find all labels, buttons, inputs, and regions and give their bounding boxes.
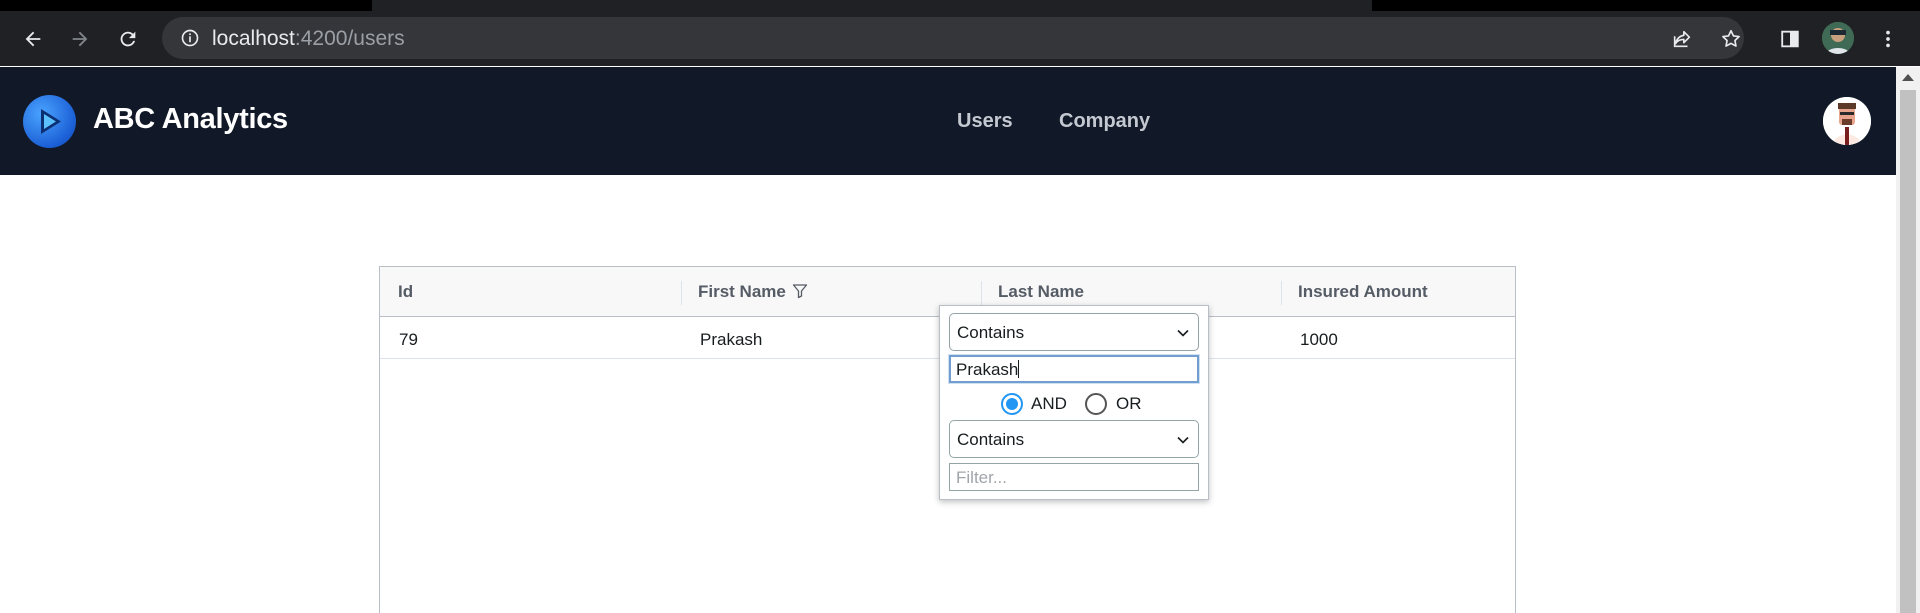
column-filter-popup: Contains Prakash AND OR Contains Filter.… bbox=[939, 305, 1209, 500]
cell-id[interactable]: 79 bbox=[399, 330, 418, 350]
browser-toolbar: localhost:4200/users bbox=[0, 11, 1920, 66]
filter-condition-value-1: Contains bbox=[957, 323, 1025, 342]
filter-value-input-1[interactable]: Prakash bbox=[949, 355, 1199, 383]
filter-condition-value-2: Contains bbox=[957, 430, 1025, 449]
radio-or-label[interactable]: OR bbox=[1116, 394, 1142, 414]
url-path: :4200/users bbox=[294, 27, 405, 50]
column-header-first-name-label: First Name bbox=[698, 282, 786, 301]
column-resize-handle[interactable] bbox=[1281, 281, 1282, 305]
side-panel-icon[interactable] bbox=[1779, 28, 1801, 50]
column-resize-handle[interactable] bbox=[981, 281, 982, 305]
address-bar[interactable]: localhost:4200/users bbox=[162, 17, 1744, 59]
reload-icon[interactable] bbox=[117, 28, 139, 50]
chevron-down-icon bbox=[1177, 436, 1189, 444]
filter-condition-select-2[interactable]: Contains bbox=[949, 420, 1199, 458]
nav-link-users[interactable]: Users bbox=[957, 110, 1013, 133]
cell-first-name[interactable]: Prakash bbox=[700, 330, 762, 350]
menu-icon[interactable] bbox=[1877, 28, 1899, 50]
forward-icon[interactable] bbox=[69, 28, 91, 50]
filter-value-placeholder-2: Filter... bbox=[956, 468, 1008, 487]
cell-insured-amount[interactable]: 1000 bbox=[1300, 330, 1338, 350]
filter-icon[interactable] bbox=[792, 283, 808, 299]
scroll-up-icon[interactable] bbox=[1902, 74, 1914, 81]
radio-or[interactable] bbox=[1085, 393, 1107, 415]
browser-tab-strip bbox=[0, 0, 1920, 11]
back-icon[interactable] bbox=[22, 28, 44, 50]
radio-and[interactable] bbox=[1001, 393, 1023, 415]
chevron-down-icon bbox=[1177, 329, 1189, 337]
info-icon[interactable] bbox=[180, 28, 200, 48]
star-icon[interactable] bbox=[1720, 28, 1742, 50]
url-host: localhost bbox=[212, 27, 295, 50]
profile-avatar[interactable] bbox=[1822, 22, 1854, 54]
column-header-id[interactable]: Id bbox=[398, 267, 413, 317]
user-avatar[interactable] bbox=[1823, 97, 1871, 145]
brand-title[interactable]: ABC Analytics bbox=[93, 103, 288, 136]
browser-tab[interactable] bbox=[372, 0, 1372, 11]
url-text: localhost:4200/users bbox=[212, 27, 405, 51]
column-resize-handle[interactable] bbox=[681, 281, 682, 305]
radio-and-label[interactable]: AND bbox=[1031, 394, 1067, 414]
app-navbar: ABC Analytics Users Company bbox=[0, 67, 1896, 175]
filter-value-input-2[interactable]: Filter... bbox=[949, 463, 1199, 491]
filter-value-text-1: Prakash bbox=[956, 360, 1019, 379]
column-header-insured-amount[interactable]: Insured Amount bbox=[1298, 267, 1428, 317]
logo-icon[interactable] bbox=[23, 95, 76, 148]
share-icon[interactable] bbox=[1671, 28, 1693, 50]
filter-condition-select-1[interactable]: Contains bbox=[949, 313, 1199, 351]
nav-link-company[interactable]: Company bbox=[1059, 110, 1150, 133]
scrollbar-thumb[interactable] bbox=[1900, 90, 1916, 613]
column-header-first-name[interactable]: First Name bbox=[698, 267, 808, 317]
text-caret bbox=[1018, 360, 1020, 378]
